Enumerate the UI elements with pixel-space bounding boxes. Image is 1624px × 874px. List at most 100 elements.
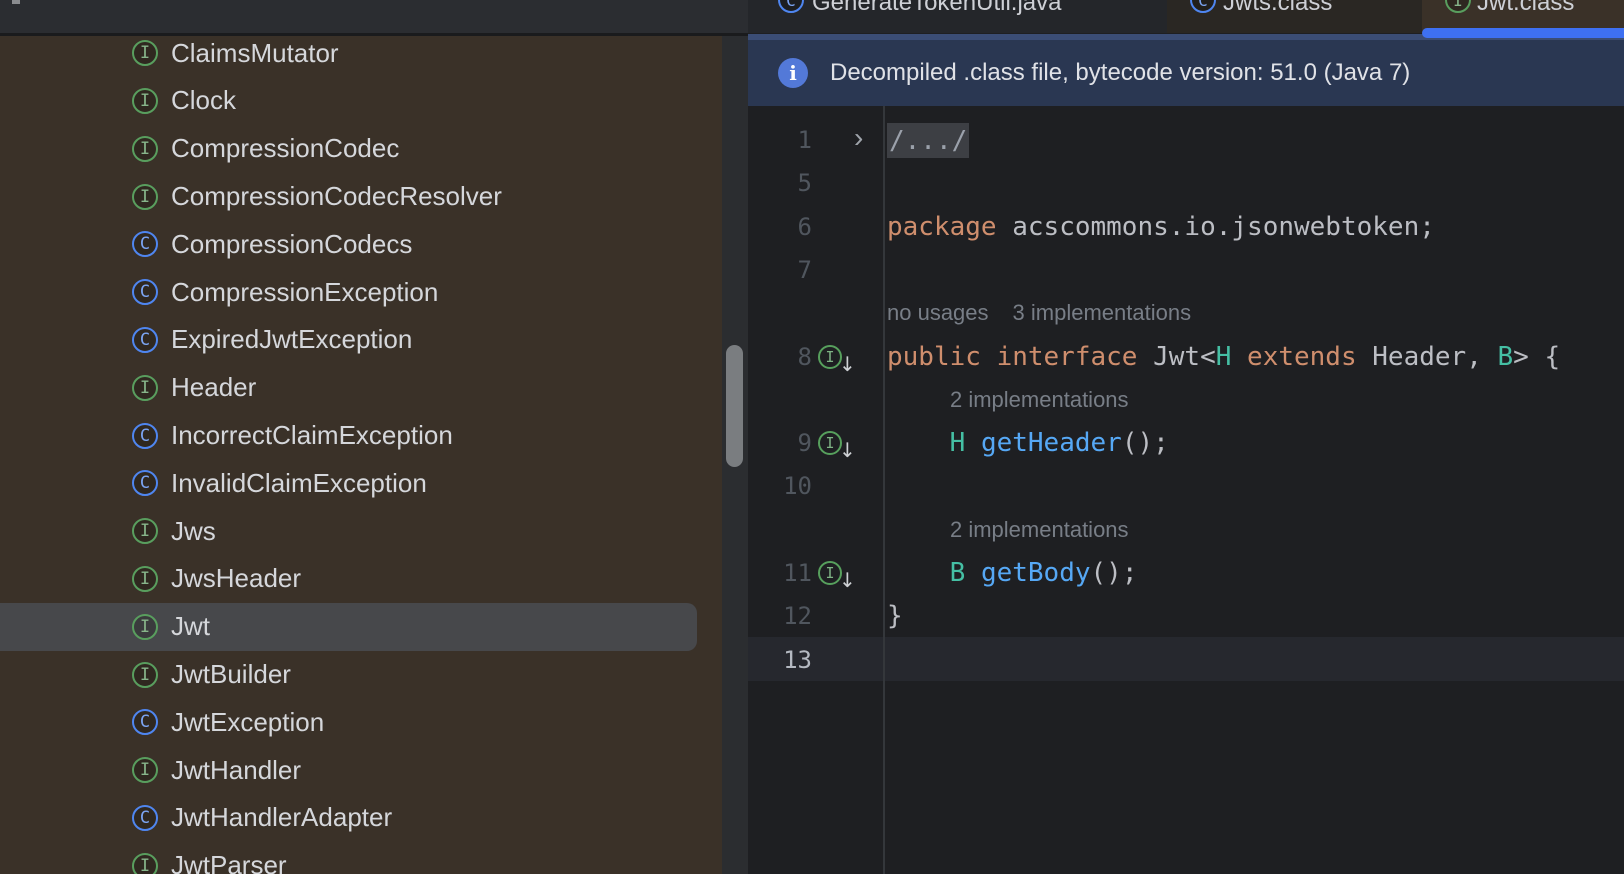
- list-item-CompressionCodecResolver[interactable]: I CompressionCodecResolver: [0, 173, 722, 221]
- list-item-InvalidClaimException[interactable]: C InvalidClaimException: [0, 459, 722, 507]
- ide-window: I ClaimsMutator I Clock I CompressionCodec I Co…: [0, 0, 1624, 874]
- class-icon: C: [132, 279, 158, 306]
- line-number: 1: [797, 126, 812, 154]
- code-text: H getHeader();: [949, 428, 1169, 459]
- interface-icon: I: [132, 87, 158, 114]
- list-item-CompressionCodec[interactable]: I CompressionCodec: [0, 125, 722, 173]
- implementations-arrow-icon: ↓: [839, 568, 856, 592]
- code-text: B getBody();: [949, 558, 1138, 588]
- tab-label: Jwts.class: [1223, 0, 1333, 16]
- info-icon: i: [778, 58, 808, 88]
- list-scrollbar-track[interactable]: [722, 36, 748, 874]
- list-item-Header[interactable]: I Header: [0, 364, 722, 412]
- inlay-hint[interactable]: 2 implementations: [950, 387, 1129, 413]
- interface-icon: I: [132, 757, 158, 784]
- inlay-hint-row: no usages 3 implementations: [748, 291, 1624, 335]
- interface-icon: I: [132, 852, 158, 874]
- decompiled-banner: i Decompiled .class file, bytecode versi…: [748, 40, 1624, 106]
- code-line[interactable]: 10: [748, 464, 1624, 508]
- list-item-JwtHandlerAdapter[interactable]: C JwtHandlerAdapter: [0, 794, 722, 842]
- list-item-label: CompressionCodecResolver: [171, 181, 502, 211]
- active-tab-underline: [1422, 28, 1624, 38]
- list-item-label: JwtException: [171, 706, 325, 737]
- list-item-ClaimsMutator[interactable]: I ClaimsMutator: [0, 36, 722, 77]
- list-item-label: Clock: [171, 85, 237, 116]
- list-item-label: Jws: [171, 515, 216, 546]
- interface-icon: I: [132, 565, 158, 592]
- folded-code-placeholder[interactable]: /.../: [887, 123, 970, 158]
- code-line[interactable]: 13: [748, 638, 1624, 682]
- line-number: 8: [797, 342, 812, 371]
- list-item-label: IncorrectClaimException: [171, 420, 453, 450]
- class-icon: C: [132, 709, 158, 736]
- banner-text: Decompiled .class file, bytecode version…: [830, 59, 1411, 86]
- fold-region-arrow-icon[interactable]: ›: [854, 122, 863, 154]
- list-item-JwtBuilder[interactable]: I JwtBuilder: [0, 651, 722, 699]
- interface-icon: I: [132, 613, 158, 640]
- class-icon: C: [132, 470, 158, 497]
- interface-icon: I: [132, 518, 158, 545]
- code-line[interactable]: 11 I ↓ B getBody();: [748, 551, 1624, 595]
- line-number: 5: [797, 169, 812, 198]
- inlay-hint[interactable]: 3 implementations: [1013, 300, 1192, 326]
- line-number: 13: [783, 645, 812, 674]
- line-number: 12: [783, 602, 812, 631]
- code-line[interactable]: 6 package acscommons.io.jsonwebtoken;: [748, 205, 1624, 249]
- list-item-label: CompressionCodec: [171, 133, 400, 164]
- code-line[interactable]: 8 I ↓ public interface Jwt<H extends Header…: [748, 335, 1624, 379]
- list-item-Jwt[interactable]: I Jwt: [0, 602, 697, 651]
- class-icon: C: [132, 231, 158, 258]
- line-number: 10: [783, 472, 812, 501]
- list-item-IncorrectClaimException[interactable]: C IncorrectClaimException: [0, 412, 722, 460]
- list-item-Jws[interactable]: I Jws: [0, 507, 722, 555]
- list-item-label: JwsHeader: [171, 563, 302, 594]
- implementations-arrow-icon: ↓: [839, 438, 856, 463]
- list-item-JwsHeader[interactable]: I JwsHeader: [0, 555, 722, 603]
- tab-label: Jwt.class: [1477, 0, 1575, 16]
- list-item-label: JwtBuilder: [171, 659, 291, 689]
- list-item-label: ClaimsMutator: [171, 37, 339, 68]
- line-number: 7: [797, 255, 812, 284]
- interface-icon: I: [132, 374, 158, 401]
- list-item-JwtParser[interactable]: I JwtParser: [0, 842, 722, 874]
- class-icon: C: [1190, 0, 1216, 13]
- left-panel-header: [0, 0, 748, 33]
- list-item-Clock[interactable]: I Clock: [0, 77, 722, 125]
- inlay-hint[interactable]: no usages: [887, 300, 989, 326]
- list-item-CompressionException[interactable]: C CompressionException: [0, 268, 722, 316]
- interface-icon: I: [132, 661, 158, 688]
- list-item-JwtException[interactable]: C JwtException: [0, 698, 722, 746]
- list-item-label: JwtHandlerAdapter: [171, 802, 393, 833]
- tab-generatetokenutil[interactable]: C GenerateTokenUtil.java: [748, 0, 1167, 33]
- code-line[interactable]: 5: [748, 161, 1624, 205]
- code-text: package acscommons.io.jsonwebtoken;: [887, 211, 1435, 242]
- line-number: 6: [797, 212, 812, 241]
- list-item-label: Header: [171, 372, 257, 403]
- interface-icon: I: [132, 135, 158, 162]
- list-item-ExpiredJwtException[interactable]: C ExpiredJwtException: [0, 316, 722, 364]
- code-text: public interface Jwt<H extends Header, B…: [887, 341, 1561, 372]
- list-item-label: Jwt: [171, 611, 210, 642]
- class-list: I ClaimsMutator I Clock I CompressionCodec I Co…: [0, 36, 722, 874]
- interface-icon: I: [132, 183, 158, 210]
- list-item-label: CompressionCodecs: [171, 228, 413, 259]
- line-number: 11: [783, 559, 812, 587]
- class-icon: C: [132, 326, 158, 353]
- list-item-label: ExpiredJwtException: [171, 324, 413, 355]
- code-line[interactable]: 7: [748, 248, 1624, 292]
- tab-jwts-class[interactable]: C Jwts.class: [1167, 0, 1422, 33]
- cropped-ui-fragment: [12, 0, 20, 4]
- code-editor[interactable]: 1 › /.../ 5 6 package acscommons.io.jsonwebto…: [748, 106, 1624, 874]
- editor-area: C GenerateTokenUtil.java C Jwts.class I …: [748, 0, 1624, 874]
- interface-icon: I: [132, 40, 158, 67]
- list-scrollbar-thumb[interactable]: [726, 345, 743, 467]
- inlay-hint[interactable]: 2 implementations: [950, 517, 1129, 543]
- list-item-CompressionCodecs[interactable]: C CompressionCodecs: [0, 220, 722, 268]
- line-number: 9: [797, 429, 812, 458]
- code-line[interactable]: 9 I ↓ H getHeader();: [748, 421, 1624, 465]
- code-line[interactable]: 12}: [748, 594, 1624, 638]
- code-line[interactable]: 1 › /.../: [748, 118, 1624, 162]
- list-item-label: JwtParser: [171, 850, 287, 874]
- implementations-arrow-icon: ↓: [839, 351, 856, 376]
- list-item-JwtHandler[interactable]: I JwtHandler: [0, 746, 722, 794]
